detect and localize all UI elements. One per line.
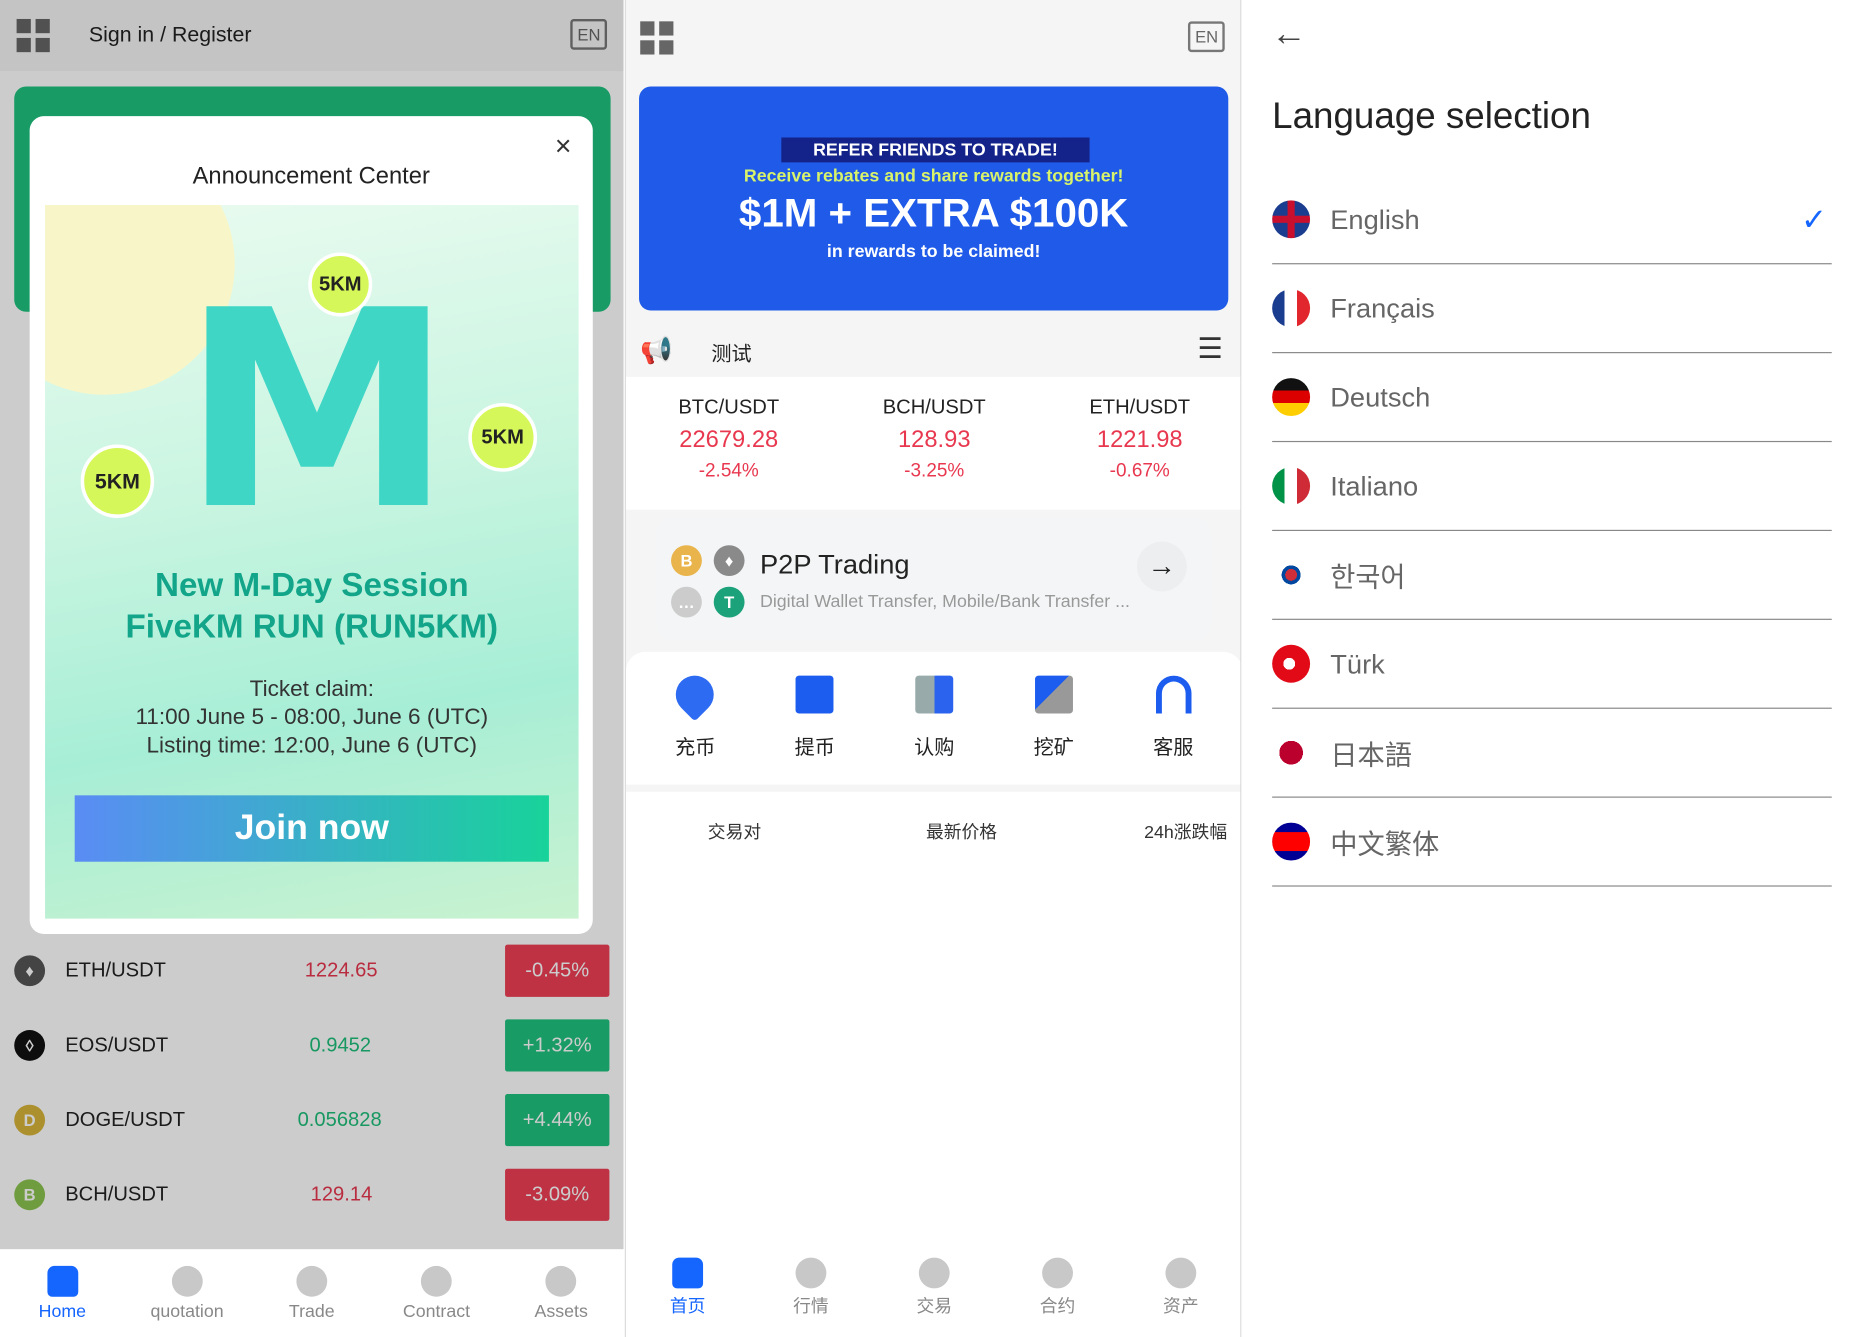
hammer-icon	[1034, 675, 1073, 714]
language-option[interactable]: 日本語	[1272, 709, 1832, 798]
wallet-icon	[795, 675, 834, 714]
btc-icon: B	[671, 545, 702, 577]
bottom-nav: 首页 行情 交易 合约 资产	[625, 1238, 1241, 1337]
eth-icon: ♦	[713, 545, 745, 577]
list-icon[interactable]: ☰	[1197, 332, 1223, 366]
language-option[interactable]: Italiano	[1272, 442, 1832, 532]
ticker-strip: BTC/USDT 22679.28 -2.54% BCH/USDT 128.93 -3.…	[625, 376, 1241, 510]
announcement-modal: × Announcement Center M 5KM 5KM 5KM New …	[29, 116, 593, 935]
contract-icon	[421, 1265, 452, 1297]
language-option[interactable]: Deutsch	[1272, 353, 1832, 443]
more-icon: …	[671, 586, 702, 618]
nav-market[interactable]: 行情	[752, 1257, 871, 1318]
apps-icon[interactable]	[640, 21, 674, 55]
pie-icon	[545, 1265, 577, 1297]
ticker[interactable]: BTC/USDT 22679.28 -2.54%	[626, 377, 831, 510]
back-arrow-icon[interactable]: ←	[1271, 14, 1307, 54]
language-button[interactable]: EN	[1187, 21, 1226, 53]
referral-banner[interactable]: REFER FRIENDS TO TRADE! Receive rebates …	[639, 86, 1229, 311]
flag-icon	[1272, 378, 1311, 417]
5km-badge: 5KM	[468, 403, 538, 472]
nav-trade[interactable]: 交易	[875, 1257, 994, 1318]
m-logo: M	[181, 253, 453, 571]
flag-icon	[1272, 822, 1311, 861]
contract-icon	[1042, 1257, 1073, 1289]
left-screen: Sign in / Register EN ♦ ETH/USDT 1224.65…	[0, 0, 624, 1337]
rocket-icon	[668, 667, 723, 722]
flag-icon	[1272, 467, 1311, 505]
flag-icon	[1272, 733, 1311, 772]
action-withdraw[interactable]: 提币	[767, 652, 862, 785]
language-option[interactable]: English ✓	[1272, 175, 1832, 265]
nav-quotation[interactable]: quotation	[128, 1265, 247, 1321]
trade-icon	[296, 1265, 328, 1297]
cube-icon	[915, 675, 954, 714]
modal-title: Announcement Center	[192, 163, 430, 190]
language-option[interactable]: 中文繁体	[1272, 798, 1832, 887]
language-option[interactable]: 한국어	[1272, 531, 1832, 620]
language-option[interactable]: Français	[1272, 264, 1832, 354]
action-mining[interactable]: 挖矿	[1006, 652, 1101, 785]
flag-icon	[1272, 289, 1311, 328]
ticker[interactable]: BCH/USDT 128.93 -3.25%	[831, 377, 1036, 510]
bar-chart-icon	[795, 1257, 827, 1289]
nav-home[interactable]: Home	[3, 1265, 122, 1321]
middle-screen: EN REFER FRIENDS TO TRADE! Receive rebat…	[624, 0, 1242, 1337]
flag-icon	[1272, 200, 1311, 239]
flag-icon	[1272, 644, 1311, 683]
nav-trade[interactable]: Trade	[252, 1265, 371, 1321]
tether-icon: T	[713, 586, 745, 618]
megaphone-icon: 📢	[640, 335, 673, 366]
5km-badge: 5KM	[308, 252, 373, 317]
nav-assets[interactable]: 资产	[1122, 1257, 1241, 1318]
promo-image[interactable]: M 5KM 5KM 5KM New M-Day Session FiveKM R…	[45, 205, 579, 919]
close-icon[interactable]: ×	[555, 130, 572, 163]
market-table: 交易对 最新价格 24h涨跌幅	[625, 791, 1241, 1239]
trade-icon	[918, 1257, 950, 1289]
nav-contract[interactable]: 合约	[998, 1257, 1117, 1318]
notice-text[interactable]: 测试	[711, 337, 751, 367]
home-icon	[672, 1257, 704, 1289]
5km-badge: 5KM	[80, 444, 155, 518]
action-deposit[interactable]: 充币	[648, 652, 743, 785]
bottom-nav: Home quotation Trade Contract Assets	[0, 1249, 624, 1337]
action-subscribe[interactable]: 认购	[887, 652, 982, 785]
check-icon: ✓	[1801, 200, 1828, 237]
arrow-right-icon[interactable]: →	[1136, 541, 1187, 592]
action-support[interactable]: 客服	[1126, 652, 1221, 785]
pie-icon	[1165, 1257, 1197, 1289]
nav-contract[interactable]: Contract	[377, 1265, 496, 1321]
join-now-button[interactable]: Join now	[74, 795, 549, 862]
language-option[interactable]: Türk	[1272, 620, 1832, 709]
bar-chart-icon	[171, 1265, 203, 1297]
nav-home[interactable]: 首页	[628, 1257, 747, 1318]
flag-icon	[1272, 555, 1311, 594]
home-icon	[46, 1265, 78, 1297]
ticker[interactable]: ETH/USDT 1221.98 -0.67%	[1037, 377, 1240, 510]
p2p-card[interactable]: B ♦ … T P2P Trading Digital Wallet Trans…	[656, 517, 1211, 641]
page-title: Language selection	[1272, 94, 1591, 137]
quick-actions: 充币 提币 认购 挖矿 客服	[625, 651, 1241, 785]
headset-icon	[1155, 675, 1192, 714]
nav-assets[interactable]: Assets	[502, 1265, 621, 1321]
